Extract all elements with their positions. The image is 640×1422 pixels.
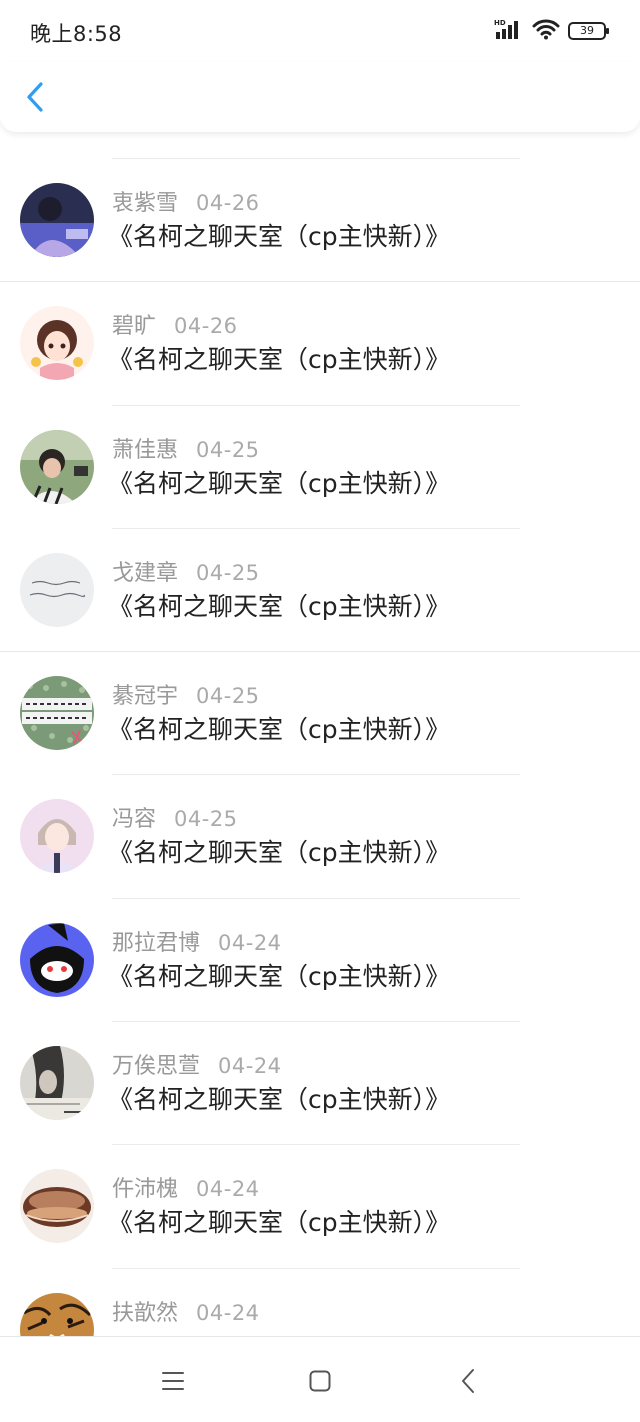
author-name: 戈建章 xyxy=(112,560,179,586)
avatar[interactable] xyxy=(20,799,94,874)
status-bar: 晚上8:58 HD 39 xyxy=(0,0,640,62)
post-date: 04-26 xyxy=(174,314,238,339)
author-name: 冯容 xyxy=(112,807,157,833)
work-title[interactable]: 《名柯之聊天室（cp主快新）》 xyxy=(108,957,450,993)
post-date: 04-25 xyxy=(196,684,260,709)
author-name: 綦冠宇 xyxy=(112,684,179,710)
post-date: 04-25 xyxy=(196,437,260,462)
list-item[interactable]: 萧佳惠 04-25 《名柯之聊天室（cp主快新）》 xyxy=(0,406,640,529)
battery-level: 39 xyxy=(580,24,594,37)
list-item[interactable]: 戈建章 04-25 《名柯之聊天室（cp主快新）》 xyxy=(0,529,640,653)
author-name: 万俟思萱 xyxy=(112,1054,201,1080)
work-title[interactable]: 《名柯之聊天室（cp主快新）》 xyxy=(108,340,450,376)
author-name: 仵沛槐 xyxy=(112,1177,179,1203)
chevron-left-icon xyxy=(27,82,43,112)
status-icons: HD 39 xyxy=(494,18,610,44)
avatar[interactable] xyxy=(20,1292,94,1336)
avatar[interactable] xyxy=(20,429,94,504)
post-date: 04-25 xyxy=(196,560,260,585)
post-date: 04-24 xyxy=(218,930,282,955)
comment-list[interactable]: 衷紫雪 04-26 《名柯之聊天室（cp主快新）》 碧旷 04-26 《名柯之聊… xyxy=(0,132,640,1336)
author-name: 衷紫雪 xyxy=(112,191,179,216)
system-nav-bar xyxy=(0,1336,640,1422)
recent-apps-button[interactable] xyxy=(153,1363,193,1399)
back-triangle-icon xyxy=(462,1369,474,1393)
post-date: 04-24 xyxy=(196,1300,260,1325)
list-item[interactable]: 那拉君博 04-24 《名柯之聊天室（cp主快新）》 xyxy=(0,899,640,1023)
author-name: 碧旷 xyxy=(112,314,157,340)
header-bar xyxy=(0,62,640,132)
work-title[interactable]: 《名柯之聊天室（cp主快新）》 xyxy=(108,1203,450,1239)
author-name: 扶歆然 xyxy=(112,1300,179,1326)
home-button[interactable] xyxy=(300,1363,340,1399)
system-back-button[interactable] xyxy=(448,1363,488,1399)
work-title[interactable]: 《名柯之聊天室（cp主快新）》 xyxy=(108,1080,450,1116)
list-item[interactable]: 仵沛槐 04-24 《名柯之聊天室（cp主快新）》 xyxy=(0,1145,640,1269)
author-name: 萧佳惠 xyxy=(112,437,179,463)
work-title[interactable]: 《名柯之聊天室（cp主快新）》 xyxy=(108,587,450,623)
list-item[interactable]: 扶歆然 04-24 xyxy=(0,1269,640,1336)
signal-icon: HD xyxy=(494,18,524,44)
back-button[interactable] xyxy=(18,76,52,118)
author-name: 那拉君博 xyxy=(112,930,201,956)
post-date: 04-25 xyxy=(174,807,238,832)
work-title[interactable]: 《名柯之聊天室（cp主快新）》 xyxy=(108,710,450,746)
avatar[interactable] xyxy=(20,183,94,257)
avatar[interactable] xyxy=(20,1046,94,1121)
avatar[interactable] xyxy=(20,1169,94,1244)
list-item[interactable]: 綦冠宇 04-25 《名柯之聊天室（cp主快新）》 xyxy=(0,652,640,776)
post-date: 04-24 xyxy=(196,1177,260,1202)
avatar[interactable] xyxy=(20,922,94,997)
list-item[interactable]: 万俟思萱 04-24 《名柯之聊天室（cp主快新）》 xyxy=(0,1022,640,1146)
home-square-icon xyxy=(309,1370,331,1392)
list-item[interactable]: 碧旷 04-26 《名柯之聊天室（cp主快新）》 xyxy=(0,282,640,406)
avatar[interactable] xyxy=(20,306,94,381)
list-item[interactable]: 冯容 04-25 《名柯之聊天室（cp主快新）》 xyxy=(0,775,640,899)
network-type-label: HD xyxy=(494,19,506,27)
wifi-icon xyxy=(532,18,560,44)
battery-icon: 39 xyxy=(568,21,610,41)
post-date: 04-24 xyxy=(218,1054,282,1079)
work-title[interactable]: 《名柯之聊天室（cp主快新）》 xyxy=(108,833,450,869)
work-title[interactable]: 《名柯之聊天室（cp主快新）》 xyxy=(108,464,450,500)
status-time: 晚上8:58 xyxy=(30,22,123,46)
work-title[interactable]: 《名柯之聊天室（cp主快新）》 xyxy=(108,217,450,253)
avatar[interactable] xyxy=(20,552,94,627)
avatar[interactable] xyxy=(20,676,94,751)
menu-icon xyxy=(162,1372,184,1390)
post-date: 04-26 xyxy=(196,191,260,215)
list-item[interactable]: 衷紫雪 04-26 《名柯之聊天室（cp主快新）》 xyxy=(0,159,640,283)
